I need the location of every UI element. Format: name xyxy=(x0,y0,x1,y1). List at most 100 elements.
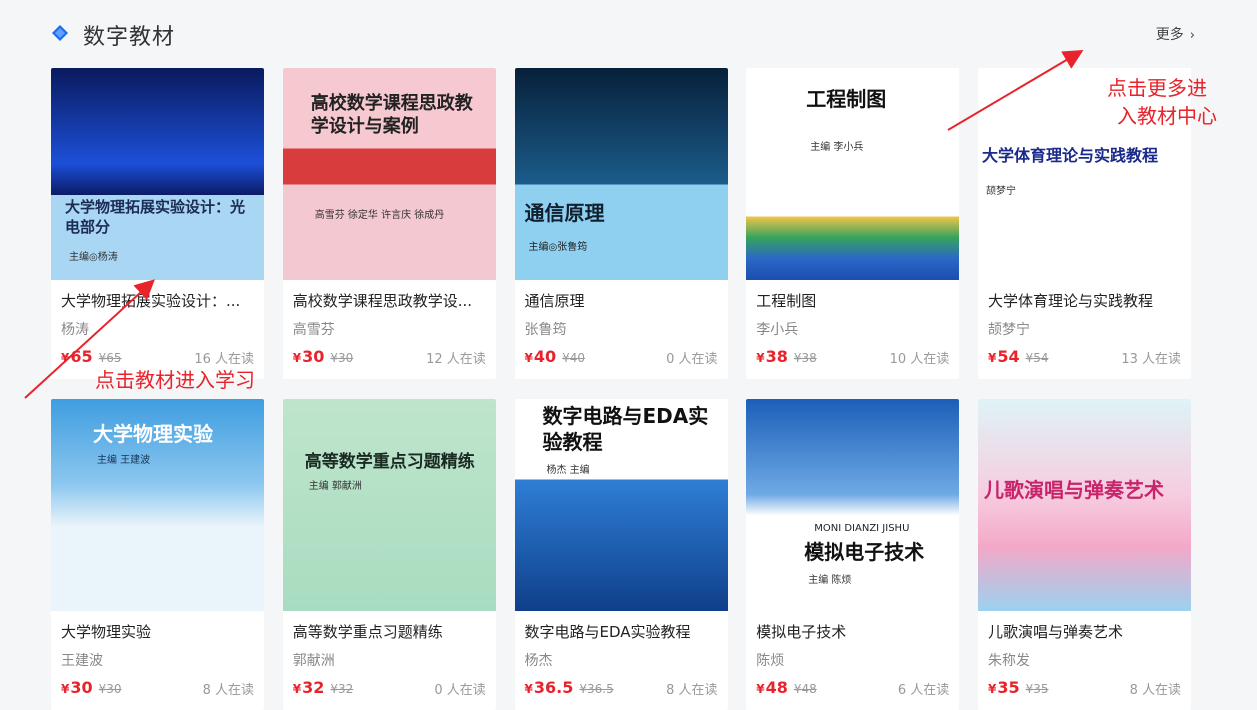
book-cover[interactable]: 儿歌演唱与弹奏艺术 xyxy=(978,399,1191,611)
reader-count: 13 人在读 xyxy=(1121,352,1181,367)
price-value: 30 xyxy=(302,347,325,366)
price-current: ¥38 xyxy=(756,347,788,366)
cover-author: 主编 王建波 xyxy=(97,455,151,466)
book-cover[interactable]: 模拟电子技术 MONI DIANZI JISHU 主编 陈烦 xyxy=(746,399,960,611)
book-card[interactable]: 工程制图 主编 李小兵 工程制图 李小兵 ¥38 ¥38 10 人在读 xyxy=(746,68,960,379)
price-original: ¥65 xyxy=(98,351,122,365)
price-row: ¥30 ¥30 8 人在读 xyxy=(61,678,254,698)
book-title[interactable]: 工程制图 xyxy=(756,290,951,311)
reader-count: 0 人在读 xyxy=(434,683,486,698)
book-card[interactable]: 高等数学重点习题精练 主编 郭献洲 高等数学重点习题精练 郭献洲 ¥32 ¥32 0 人在读 xyxy=(282,399,496,710)
book-title[interactable]: 高等数学重点习题精练 xyxy=(293,621,488,642)
book-cover[interactable]: 高校数学课程思政教学设计与案例高雪芬 徐定华 许言庆 徐成丹 xyxy=(282,68,496,280)
book-cover[interactable]: 数字电路与EDA实验教程 杨杰 主编 xyxy=(514,399,728,611)
book-title[interactable]: 数字电路与EDA实验教程 xyxy=(525,621,720,642)
book-author: 杨杰 xyxy=(524,653,553,669)
chevron-right-icon: › xyxy=(1189,28,1195,43)
price-value: 32 xyxy=(302,678,325,697)
cover-author: 高雪芬 徐定华 许言庆 徐成丹 xyxy=(314,210,445,221)
price-value: 40 xyxy=(533,347,557,366)
price-original: ¥48 xyxy=(793,682,817,696)
book-card[interactable]: 大学物理拓展实验设计：光电部分 主编◎杨涛 大学物理拓展实验设计：... 杨涛 ¥65 ¥… xyxy=(51,68,264,379)
price-current: ¥48 xyxy=(756,678,788,697)
book-title[interactable]: 大学物理实验 xyxy=(61,621,256,642)
cover-author: 主编 陈烦 xyxy=(808,575,852,586)
price-current: ¥65 xyxy=(61,347,93,366)
currency-symbol: ¥ xyxy=(61,351,70,365)
book-title[interactable]: 大学体育理论与实践教程 xyxy=(988,290,1183,311)
price-original: ¥38 xyxy=(793,351,817,365)
price-value: 65 xyxy=(70,347,93,366)
cover-author: 颉梦宁 xyxy=(986,186,1016,197)
book-card[interactable]: 模拟电子技术 MONI DIANZI JISHU 主编 陈烦 模拟电子技术 陈烦 ¥48 ¥… xyxy=(746,399,960,710)
price-original: ¥36.5 xyxy=(579,682,614,696)
reader-count: 0 人在读 xyxy=(666,352,718,367)
book-title[interactable]: 儿歌演唱与弹奏艺术 xyxy=(988,621,1183,642)
price-current: ¥35 xyxy=(988,678,1020,697)
price-original: ¥35 xyxy=(1025,682,1049,696)
price-original: ¥40 xyxy=(562,351,586,365)
book-cover[interactable]: 工程制图 主编 李小兵 xyxy=(746,68,960,280)
currency-symbol: ¥ xyxy=(292,351,302,365)
book-cover[interactable]: 大学物理拓展实验设计：光电部分主编◎杨涛 xyxy=(51,68,264,280)
cover-title: 模拟电子技术 xyxy=(804,540,925,564)
price-current: ¥40 xyxy=(525,347,557,366)
reader-count: 12 人在读 xyxy=(426,352,486,367)
book-author: 李小兵 xyxy=(756,322,799,338)
currency-symbol: ¥ xyxy=(756,351,765,365)
section-title: 数字教材 xyxy=(83,25,176,50)
more-link[interactable]: 更多 › xyxy=(1156,24,1195,44)
book-author: 朱称发 xyxy=(988,653,1030,669)
price-original: ¥32 xyxy=(330,682,354,696)
cover-title: 工程制图 xyxy=(806,87,887,111)
book-title[interactable]: 模拟电子技术 xyxy=(756,621,951,642)
price-row: ¥36.5 ¥36.5 8 人在读 xyxy=(525,678,718,698)
cover-title: 高校数学课程思政教学设计与案例 xyxy=(310,93,473,138)
book-title[interactable]: 通信原理 xyxy=(525,290,720,311)
price-current: ¥32 xyxy=(293,678,325,697)
book-card[interactable]: 大学物理实验 主编 王建波 大学物理实验 王建波 ¥30 ¥30 8 人在读 xyxy=(51,399,264,710)
currency-symbol: ¥ xyxy=(988,682,997,696)
book-title[interactable]: 高校数学课程思政教学设... xyxy=(293,290,488,311)
price-current: ¥54 xyxy=(988,347,1020,366)
book-author: 高雪芬 xyxy=(292,322,335,338)
currency-symbol: ¥ xyxy=(524,351,533,365)
book-card[interactable]: 通信原理 主编◎张鲁筠 通信原理 张鲁筠 ¥40 ¥40 0 人在读 xyxy=(514,68,728,379)
cover-title: 大学体育理论与实践教程 xyxy=(982,146,1159,165)
cover-title: 数字电路与EDA实验教程 xyxy=(542,404,709,454)
price-original: ¥30 xyxy=(98,682,122,696)
currency-symbol: ¥ xyxy=(61,682,70,696)
cover-title: 高等数学重点习题精练 xyxy=(304,452,475,472)
cover-title: 大学物理拓展实验设计：光电部分 xyxy=(65,198,246,236)
price-row: ¥35 ¥35 8 人在读 xyxy=(988,678,1181,698)
more-tip-line1: 点击更多进 xyxy=(1107,76,1207,100)
price-value: 35 xyxy=(997,678,1020,697)
price-value: 30 xyxy=(70,678,93,697)
price-original: ¥30 xyxy=(330,351,354,365)
cover-author: 主编◎杨涛 xyxy=(69,252,118,263)
reader-count: 8 人在读 xyxy=(202,683,254,698)
book-card[interactable]: 数字电路与EDA实验教程 杨杰 主编 数字电路与EDA实验教程 杨杰 ¥36.5 ¥36.… xyxy=(514,399,728,710)
book-cover[interactable]: 通信原理 主编◎张鲁筠 xyxy=(514,68,728,280)
cover-author: 主编 郭献洲 xyxy=(308,481,362,492)
book-card[interactable]: 高校数学课程思政教学设计与案例 高雪芬 徐定华 许言庆 徐成丹 高校数学课程思政教学… xyxy=(282,68,496,379)
cover-author: 主编◎张鲁筠 xyxy=(528,242,588,253)
price-current: ¥36.5 xyxy=(525,678,574,697)
book-author: 陈烦 xyxy=(756,653,785,669)
book-cover[interactable]: 大学物理实验 主编 王建波 xyxy=(51,399,264,611)
price-current: ¥30 xyxy=(61,678,93,697)
book-tip: 点击教材进入学习 xyxy=(95,368,255,392)
reader-count: 8 人在读 xyxy=(666,683,718,698)
price-row: ¥48 ¥48 6 人在读 xyxy=(756,678,949,698)
book-title[interactable]: 大学物理拓展实验设计：... xyxy=(61,290,256,311)
cover-title: 儿歌演唱与弹奏艺术 xyxy=(984,478,1164,502)
reader-count: 10 人在读 xyxy=(889,352,950,367)
cover-subtitle: MONI DIANZI JISHU xyxy=(814,523,910,534)
reader-count: 6 人在读 xyxy=(897,683,950,698)
book-author: 张鲁筠 xyxy=(524,322,567,338)
book-card[interactable]: 儿歌演唱与弹奏艺术 儿歌演唱与弹奏艺术 朱称发 ¥35 ¥35 8 人在读 xyxy=(978,399,1191,710)
book-author: 郭献洲 xyxy=(292,653,335,669)
price-value: 54 xyxy=(997,347,1020,366)
book-cover[interactable]: 高等数学重点习题精练主编 郭献洲 xyxy=(282,399,496,611)
price-current: ¥30 xyxy=(293,347,325,366)
